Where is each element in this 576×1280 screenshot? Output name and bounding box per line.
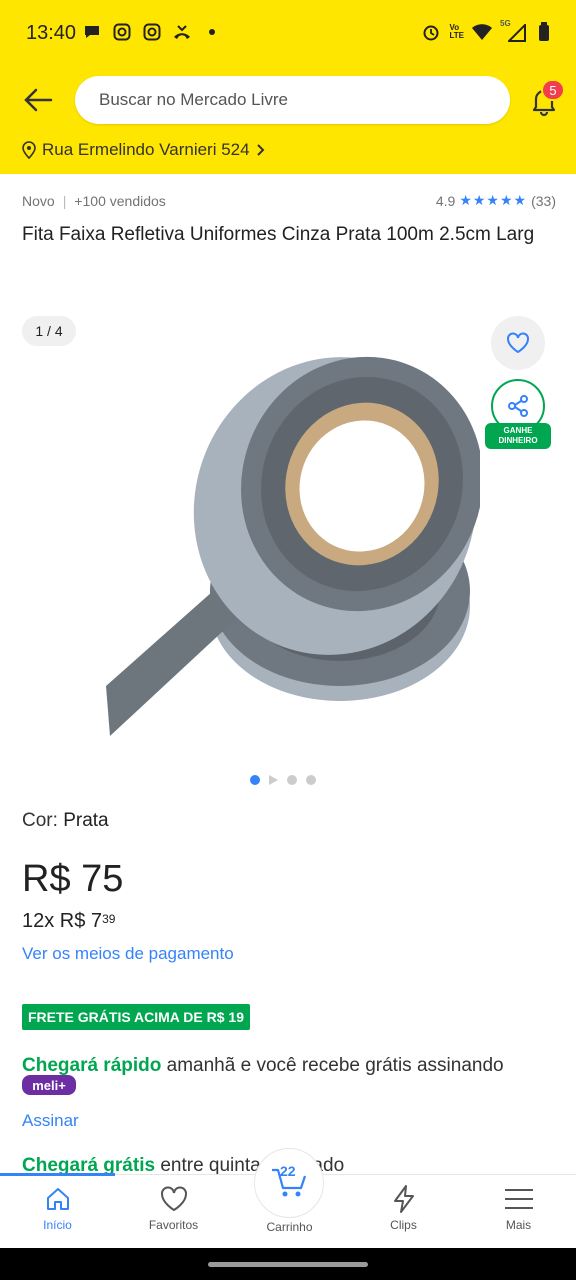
payment-methods-link[interactable]: Ver os meios de pagamento — [22, 944, 234, 964]
product-meta: Novo | +100 vendidos 4.9 ★★★★★ (33) — [22, 192, 556, 209]
battery-icon — [534, 22, 554, 42]
fast-delivery-label: Chegará rápido — [22, 1055, 162, 1076]
nav-more-label: Mais — [505, 1218, 532, 1232]
fast-delivery-info: Chegará rápido amanhã e você recebe grát… — [22, 1054, 562, 1078]
rating-summary[interactable]: 4.9 ★★★★★ (33) — [436, 192, 556, 209]
share-earn-label[interactable]: GANHE DINHEIRO — [485, 423, 551, 449]
location-pin-icon — [22, 141, 36, 159]
missed-call-icon — [172, 22, 192, 42]
dot-icon — [202, 22, 222, 42]
heart-icon — [159, 1184, 189, 1214]
nav-clips[interactable]: Clips — [346, 1184, 461, 1244]
alarm-icon — [421, 22, 441, 42]
home-icon — [43, 1184, 73, 1214]
nav-more[interactable]: Mais — [461, 1184, 576, 1244]
free-shipping-badge: FRETE GRÁTIS ACIMA DE R$ 19 — [22, 1004, 250, 1030]
review-count: (33) — [531, 192, 556, 209]
product-title: Fita Faixa Refletiva Uniformes Cinza Pra… — [22, 224, 535, 245]
address-selector[interactable]: Rua Ermelindo Varnieri 524 — [22, 140, 266, 160]
instagram-icon — [142, 22, 162, 42]
product-meta-left: Novo | +100 vendidos — [22, 192, 166, 209]
wifi-icon — [472, 22, 492, 42]
search-input[interactable] — [75, 76, 510, 124]
nav-favorites-label: Favoritos — [148, 1218, 199, 1232]
color-selector[interactable]: Cor: Prata — [22, 810, 109, 832]
installments-cents: 39 — [102, 912, 116, 926]
carousel-dot-active[interactable] — [250, 775, 260, 785]
nav-clips-label: Clips — [390, 1218, 417, 1232]
installments: 12x R$ 739 — [22, 910, 115, 933]
sold-count: +100 vendidos — [74, 192, 166, 209]
nav-cart-label[interactable]: Carrinho — [232, 1220, 347, 1234]
back-arrow-icon — [24, 88, 53, 112]
nav-home[interactable]: Início — [0, 1184, 115, 1244]
address-text: Rua Ermelindo Varnieri 524 — [42, 140, 250, 159]
carousel-dot[interactable] — [287, 775, 297, 785]
status-left-icons — [82, 22, 222, 42]
nav-favorites[interactable]: Favoritos — [116, 1184, 231, 1244]
image-counter: 1 / 4 — [22, 316, 76, 346]
product-image[interactable] — [100, 306, 480, 736]
nav-cart[interactable] — [254, 1148, 324, 1218]
meli-plus-badge: meli+ — [22, 1075, 76, 1095]
lightning-icon — [389, 1184, 419, 1214]
color-value: Prata — [63, 810, 109, 831]
rating-value: 4.9 — [435, 192, 456, 209]
nav-home-label: Início — [43, 1218, 72, 1232]
instagram-icon — [112, 22, 132, 42]
status-right-icons: Vo LTE 5G — [421, 20, 554, 42]
meta-divider: | — [62, 192, 67, 209]
home-gesture-handle[interactable] — [208, 1262, 368, 1267]
product-price: R$ 75 — [22, 858, 124, 900]
chat-icon — [82, 22, 102, 42]
condition-label: Novo — [22, 192, 55, 209]
carousel-play-indicator[interactable] — [269, 775, 278, 785]
active-tab-indicator — [0, 1173, 115, 1176]
heart-icon — [507, 332, 529, 354]
carousel-dot[interactable] — [306, 775, 316, 785]
signal-5g-icon: 5G — [500, 20, 526, 42]
subscribe-link[interactable]: Assinar — [22, 1111, 79, 1131]
menu-icon — [504, 1184, 534, 1214]
volte-icon: Vo LTE — [449, 23, 464, 40]
carousel-indicator — [250, 775, 316, 785]
color-label: Cor: — [22, 810, 58, 831]
status-time: 13:40 — [26, 22, 77, 44]
rating-stars: ★★★★★ — [459, 192, 528, 208]
status-bar: 13:40 Vo LTE 5G — [0, 0, 576, 66]
chevron-right-icon — [256, 144, 264, 156]
back-button[interactable] — [18, 80, 58, 120]
search-bar[interactable] — [75, 76, 510, 124]
notifications-badge: 5 — [541, 79, 565, 101]
cart-count: 22 — [280, 1163, 296, 1179]
share-icon — [508, 395, 528, 417]
favorite-button[interactable] — [491, 316, 545, 370]
installments-amount: 12x R$ 7 — [22, 910, 103, 932]
fast-delivery-text: amanhã e você recebe grátis assinando — [161, 1055, 504, 1076]
